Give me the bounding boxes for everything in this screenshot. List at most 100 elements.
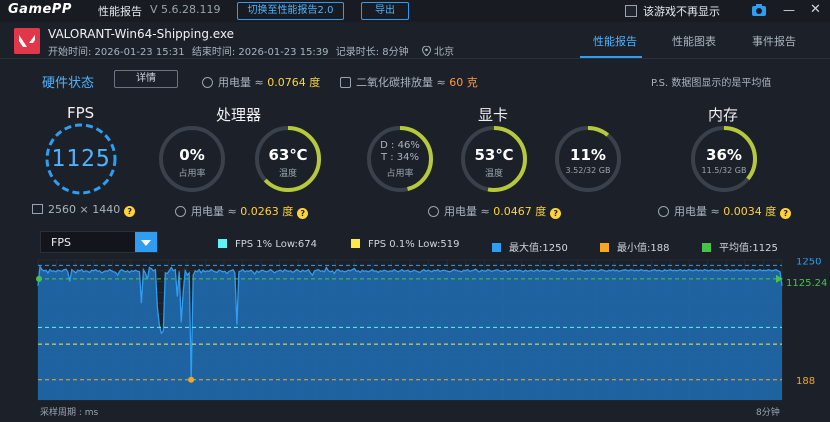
legend-swatch-blue [492, 243, 501, 252]
hide-game-checkbox[interactable] [625, 5, 637, 17]
max-label: 1250 [796, 258, 821, 267]
avg-label: 1125.24 [786, 278, 827, 289]
chart-end-time: 8分钟 [756, 408, 780, 418]
session-meta: 开始时间: 2026-01-23 15:31 结束时间: 2026-01-23 … [48, 43, 458, 58]
cpu-power-label: 用电量 ≈ [191, 205, 241, 218]
fps-value: 1125 [51, 146, 111, 172]
cpu-power-line: 用电量 ≈ 0.0263 度? [175, 203, 309, 219]
header-divider [0, 58, 830, 59]
min-label: 188 [796, 376, 815, 387]
minimize-button[interactable]: — [783, 3, 795, 17]
export-button[interactable]: 导出 [361, 2, 409, 20]
gpu-temp-value: 53℃ [474, 146, 514, 164]
hide-game-label: 该游戏不再显示 [643, 5, 720, 18]
help-icon[interactable]: ? [124, 206, 136, 217]
co2-icon [340, 77, 351, 88]
cpu-usage-label: 占用率 [178, 169, 206, 179]
legend-label: FPS 0.1% Low:519 [368, 239, 460, 250]
version-label: V 5.6.28.119 [150, 3, 221, 16]
title-bar: GamePP 性能报告 V 5.6.28.119 切换至性能报告2.0 导出 该… [0, 0, 830, 22]
gpu-temp-gauge: 53℃ 温度 [459, 124, 529, 194]
mem-section-title: 内存 [708, 106, 739, 124]
cpu-temp-label: 温度 [278, 169, 297, 179]
legend-low01: FPS 0.1% Low:519 [351, 239, 460, 250]
gpu-vram-value: 11% [570, 146, 606, 164]
help-icon[interactable]: ? [550, 208, 562, 219]
chevron-down-icon[interactable] [135, 232, 157, 252]
legend-label: 最大值:1250 [509, 243, 568, 254]
cpu-temp-gauge: 63℃ 温度 [253, 124, 323, 194]
avg-marker [36, 275, 42, 282]
tab-performance-report[interactable]: 性能报告 [593, 33, 637, 49]
detail-button[interactable]: 详情 [114, 70, 178, 88]
legend-min: 最小值:188 [600, 239, 669, 254]
total-power: 用电量 ≈ 0.0764 度 [202, 74, 320, 90]
gpu-temp-label: 温度 [484, 169, 503, 179]
cpu-section-title: 处理器 [216, 106, 262, 124]
window-title: 性能报告 [98, 5, 142, 18]
gpu-vram-sub: 3.52/32 GB [565, 166, 611, 175]
mem-usage-value: 36% [706, 146, 742, 164]
mem-usage-gauge: 36% 11.5/32 GB [689, 124, 759, 194]
gpu-power-value: 0.0467 度 [493, 205, 547, 218]
gpu-vram-gauge: 11% 3.52/32 GB [553, 124, 623, 194]
power-value: 0.0764 度 [267, 76, 321, 89]
cpu-temp-value: 63℃ [268, 146, 308, 164]
duration: 记录时长: 8分钟 [335, 47, 409, 58]
power-label: 用电量 ≈ [218, 76, 268, 89]
power-icon [428, 206, 439, 217]
tab-event-report[interactable]: 事件报告 [752, 33, 796, 49]
location-pin-icon [421, 46, 431, 56]
location: 北京 [434, 47, 455, 58]
hardware-status-label: 硬件状态 [42, 76, 95, 91]
legend-label: 平均值:1125 [719, 243, 778, 254]
start-time: 开始时间: 2026-01-23 15:31 [48, 47, 185, 58]
tab-performance-charts[interactable]: 性能图表 [672, 33, 716, 49]
cpu-usage-value: 0% [179, 146, 205, 164]
camera-icon[interactable] [752, 4, 766, 16]
co2-emission: 二氧化碳排放量 ≈ 60 克 [340, 74, 478, 90]
help-icon[interactable]: ? [297, 208, 309, 219]
monitor-icon [32, 204, 43, 214]
gpu-usage-label: 占用率 [386, 169, 414, 179]
gpu-section-title: 显卡 [478, 106, 509, 124]
legend-max: 最大值:1250 [492, 239, 568, 254]
legend-swatch-yellow [351, 239, 360, 248]
legend-swatch-cyan [218, 239, 227, 248]
sampling-period: 采样周期 : ms [40, 408, 99, 418]
end-time: 结束时间: 2026-01-23 15:39 [191, 47, 329, 58]
metric-select-value: FPS [51, 236, 71, 249]
min-marker [188, 376, 195, 383]
legend-swatch-orange [600, 243, 609, 252]
fps-section-title: FPS [67, 104, 95, 122]
close-button[interactable]: ✕ [810, 2, 821, 17]
cpu-power-value: 0.0263 度 [240, 205, 294, 218]
resolution: 2560 × 1440 [48, 203, 121, 216]
power-icon [175, 206, 186, 217]
mem-usage-sub: 11.5/32 GB [701, 166, 747, 175]
switch-report-button[interactable]: 切换至性能报告2.0 [237, 2, 344, 20]
gpu-d-usage: D : 46% [380, 140, 420, 151]
legend-swatch-green [702, 243, 711, 252]
average-note: P.S. 数据图显示的是平均值 [651, 78, 772, 89]
cpu-usage-gauge: 0% 占用率 [157, 124, 227, 194]
legend-label: FPS 1% Low:674 [235, 239, 317, 250]
metric-select[interactable]: FPS [40, 231, 158, 253]
gpu-usage-gauge: D : 46% T : 34% 占用率 [365, 124, 435, 194]
fps-chart: 1250 1125.24 188 [36, 258, 827, 401]
power-icon [658, 206, 669, 217]
mem-power-value: 0.0034 度 [723, 205, 777, 218]
app-logo: GamePP [8, 2, 72, 17]
valorant-icon [14, 28, 40, 54]
gpu-power-line: 用电量 ≈ 0.0467 度? [428, 203, 562, 219]
legend-low1: FPS 1% Low:674 [218, 239, 317, 250]
resolution-line: 2560 × 1440? [32, 203, 136, 217]
help-icon[interactable]: ? [780, 208, 792, 219]
gpu-t-usage: T : 34% [380, 152, 420, 163]
game-name: VALORANT-Win64-Shipping.exe [48, 27, 235, 41]
co2-value: 60 克 [449, 76, 478, 89]
co2-label: 二氧化碳排放量 ≈ [356, 76, 450, 89]
mem-power-line: 用电量 ≈ 0.0034 度? [658, 203, 792, 219]
legend-avg: 平均值:1125 [702, 239, 778, 254]
legend-label: 最小值:188 [617, 243, 670, 254]
